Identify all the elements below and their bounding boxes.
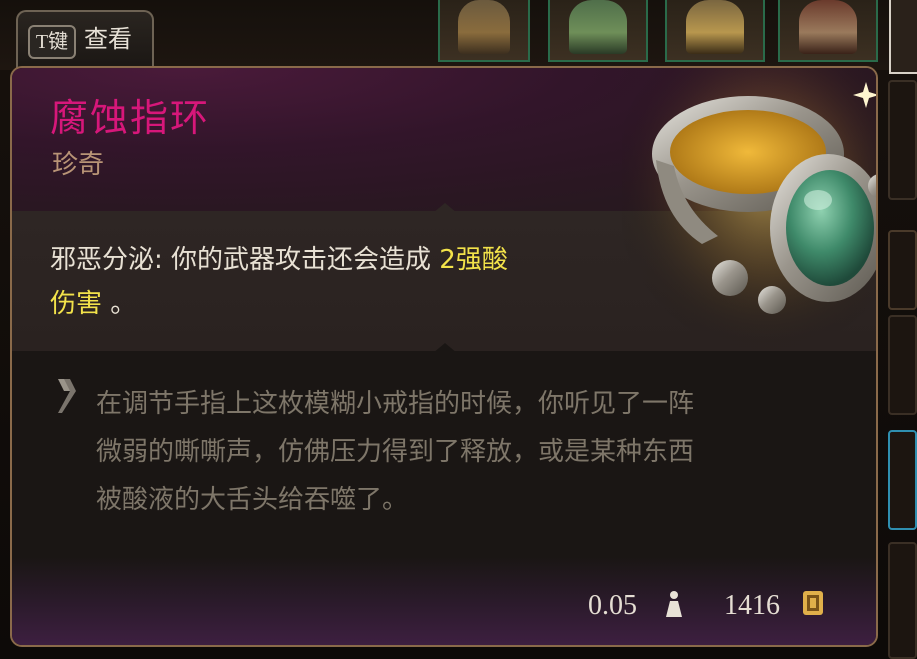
view-label: 查看 bbox=[84, 26, 132, 53]
item-tooltip: 腐蚀指环 珍奇 邪恶分泌: 你的武器攻击还会造成 2强酸伤害 。 在调节手指上这… bbox=[10, 66, 878, 647]
item-weight: 0.05 bbox=[588, 590, 637, 621]
item-price: 1416 bbox=[724, 590, 780, 621]
effect-text: 你的武器攻击还会造成 bbox=[162, 245, 440, 275]
inventory-slot-selected[interactable] bbox=[889, 0, 917, 74]
flavor-line: 在调节手指上这枚模糊小戒指的时候，你听见了一阵 bbox=[96, 389, 695, 419]
inventory-slot[interactable] bbox=[548, 0, 648, 62]
item-effect: 邪恶分泌: 你的武器攻击还会造成 2强酸伤害 。 bbox=[50, 238, 630, 326]
item-name: 腐蚀指环 bbox=[50, 96, 211, 140]
effect-name: 邪恶分泌: bbox=[50, 245, 163, 275]
item-rarity: 珍奇 bbox=[52, 150, 105, 180]
game-screen: T键 查看 腐蚀指环 珍奇 邪恶分泌: 你的武器攻击还会造成 2强酸 伤害 。 … bbox=[0, 0, 917, 659]
inventory-slot[interactable] bbox=[888, 430, 917, 530]
inventory-slot[interactable] bbox=[888, 230, 917, 310]
divider-notch bbox=[433, 203, 457, 213]
divider-notch bbox=[433, 343, 457, 353]
flavor-line: 被酸液的大舌头给吞噬了。 bbox=[96, 485, 409, 515]
view-button[interactable]: T键 查看 bbox=[16, 10, 154, 68]
inventory-slot[interactable] bbox=[888, 80, 917, 200]
quill-icon bbox=[58, 379, 76, 413]
gold-coin-icon bbox=[803, 591, 823, 615]
item-flavor-text: 在调节手指上这枚模糊小戒指的时候，你听见了一阵 微弱的嘶嘶声，仿佛压力得到了释放… bbox=[96, 380, 856, 524]
inventory-slot[interactable] bbox=[888, 315, 917, 415]
ring-icon bbox=[622, 68, 876, 358]
inventory-right-column bbox=[884, 80, 917, 659]
inventory-slot[interactable] bbox=[888, 542, 917, 659]
inventory-slot[interactable] bbox=[665, 0, 765, 62]
effect-damage-highlight: 2强酸 bbox=[439, 245, 508, 275]
effect-damage-highlight-2: 伤害 bbox=[50, 289, 103, 319]
effect-text-end: 。 bbox=[102, 289, 137, 319]
weight-icon bbox=[666, 591, 682, 617]
inventory-slot[interactable] bbox=[438, 0, 530, 62]
flavor-line: 微弱的嘶嘶声，仿佛压力得到了释放，或是某种东西 bbox=[96, 437, 695, 467]
inventory-slot[interactable] bbox=[778, 0, 878, 62]
t-key-icon: T键 bbox=[28, 25, 76, 59]
